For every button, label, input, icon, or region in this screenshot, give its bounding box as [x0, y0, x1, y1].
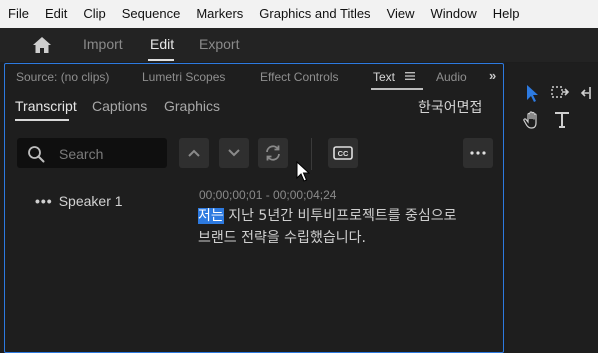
tools-panel — [508, 63, 598, 353]
panel-tab-audio[interactable]: Audio — [436, 70, 467, 84]
tab-captions[interactable]: Captions — [92, 98, 147, 114]
panel-tab-source[interactable]: Source: (no clips) — [16, 70, 109, 84]
menu-sequence[interactable]: Sequence — [114, 0, 189, 28]
next-result-button[interactable] — [219, 138, 249, 168]
workspace-tab-export[interactable]: Export — [199, 36, 239, 52]
transcript-text: 지난 5년간 비투비프로젝트를 중심으로 — [223, 208, 457, 224]
refresh-transcript-button[interactable] — [258, 138, 288, 168]
speaker-menu-icon[interactable]: ••• — [35, 193, 53, 209]
highlighted-word[interactable]: 저는 — [198, 208, 224, 224]
segment-timecode: 00;00;00;01 - 00;00;04;24 — [199, 188, 337, 202]
refresh-icon — [266, 145, 280, 161]
menu-file[interactable]: File — [0, 0, 37, 28]
menu-bar: File Edit Clip Sequence Markers Graphics… — [0, 0, 598, 28]
menu-graphics-and-titles[interactable]: Graphics and Titles — [251, 0, 378, 28]
tab-graphics[interactable]: Graphics — [164, 98, 220, 114]
track-select-icon[interactable] — [550, 83, 570, 103]
active-workspace-indicator — [148, 59, 174, 61]
home-icon[interactable] — [32, 36, 52, 54]
workspace-tab-edit[interactable]: Edit — [150, 36, 174, 52]
speaker-row: ••• Speaker 1 — [35, 193, 123, 209]
search-box — [17, 138, 167, 170]
tab-transcript[interactable]: Transcript — [15, 98, 77, 114]
panel-tab-bar: Source: (no clips) Lumetri Scopes Effect… — [5, 64, 503, 90]
menu-window[interactable]: Window — [423, 0, 485, 28]
previous-result-button[interactable] — [179, 138, 209, 168]
workspace-bar: Import Edit Export — [0, 28, 598, 62]
create-captions-button[interactable]: CC — [328, 138, 358, 168]
svg-text:CC: CC — [338, 149, 349, 158]
menu-clip[interactable]: Clip — [75, 0, 113, 28]
menu-edit[interactable]: Edit — [37, 0, 75, 28]
panel-overflow-icon[interactable]: » — [489, 68, 496, 83]
chevron-up-icon — [188, 149, 200, 157]
transcript-line[interactable]: 저는 지난 5년간 비투비프로젝트를 중심으로 — [198, 205, 457, 225]
panel-tab-text[interactable]: Text — [373, 70, 395, 84]
selection-tool-icon[interactable] — [522, 83, 542, 103]
panel-menu-icon[interactable] — [405, 71, 415, 81]
ripple-edit-icon[interactable] — [580, 83, 598, 103]
menu-markers[interactable]: Markers — [188, 0, 251, 28]
panel-tab-lumetri-scopes[interactable]: Lumetri Scopes — [142, 70, 225, 84]
menu-view[interactable]: View — [379, 0, 423, 28]
closed-captions-icon: CC — [333, 146, 353, 160]
text-sub-tabs: Transcript Captions Graphics 한국어면접 — [5, 94, 503, 122]
toolbar-divider — [311, 138, 312, 170]
type-tool-icon[interactable] — [552, 110, 572, 130]
panel-tab-effect-controls[interactable]: Effect Controls — [260, 70, 338, 84]
speaker-label[interactable]: Speaker 1 — [59, 193, 123, 209]
text-panel: Source: (no clips) Lumetri Scopes Effect… — [4, 63, 504, 353]
search-input[interactable] — [57, 138, 165, 170]
menu-help[interactable]: Help — [485, 0, 528, 28]
more-options-button[interactable] — [463, 138, 493, 168]
more-icon — [470, 151, 486, 155]
hand-tool-icon[interactable] — [522, 110, 542, 130]
mouse-cursor-icon — [296, 161, 310, 182]
transcript-language-label: 한국어면접 — [418, 99, 483, 115]
active-sub-tab-indicator — [15, 119, 69, 121]
workspace-tab-import[interactable]: Import — [83, 36, 123, 52]
chevron-down-icon — [228, 149, 240, 157]
search-icon — [28, 146, 45, 163]
transcript-line[interactable]: 브랜드 전략을 수립했습니다. — [198, 227, 366, 247]
active-panel-tab-indicator — [371, 88, 423, 90]
